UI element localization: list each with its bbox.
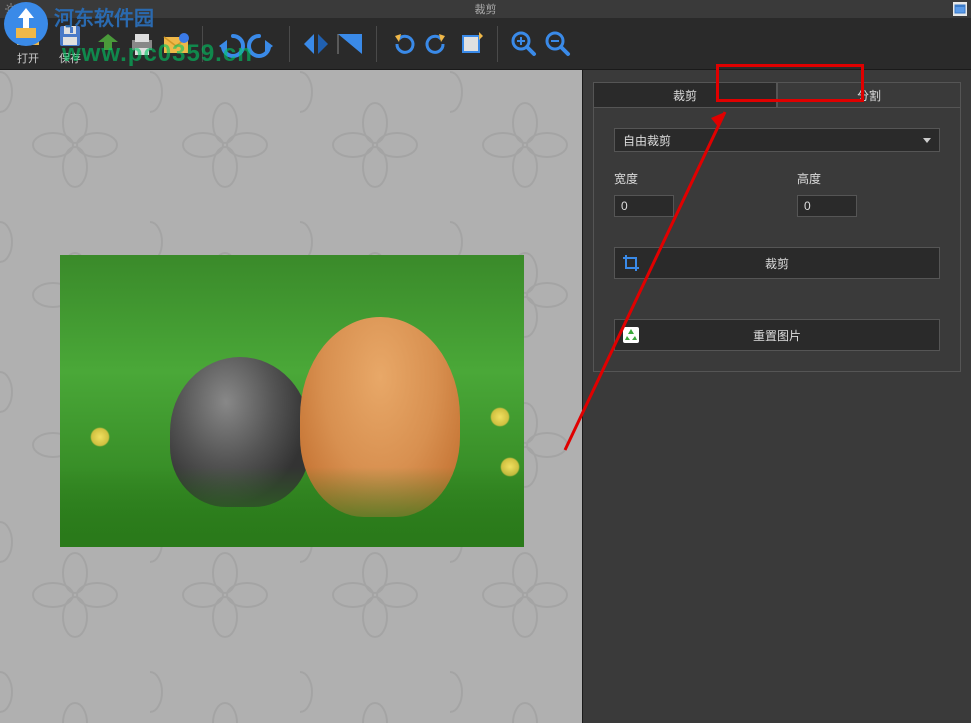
separator xyxy=(289,26,290,62)
height-input[interactable]: 0 xyxy=(797,195,857,217)
tabs: 裁剪 分割 xyxy=(583,70,971,108)
open-label: 打开 xyxy=(17,50,39,66)
zoom-out-icon[interactable] xyxy=(542,28,574,60)
flip-horizontal-icon[interactable] xyxy=(300,28,332,60)
recycle-icon xyxy=(621,325,641,345)
watermark-url: www.pc0359.cn xyxy=(62,40,253,68)
main-area: 裁剪 分割 自由裁剪 宽度 0 高度 xyxy=(0,70,971,723)
crop-button[interactable]: 裁剪 xyxy=(614,247,940,279)
separator xyxy=(376,26,377,62)
crop-icon xyxy=(621,253,641,273)
side-panel: 裁剪 分割 自由裁剪 宽度 0 高度 xyxy=(582,70,971,723)
tab-crop[interactable]: 裁剪 xyxy=(593,82,777,108)
tab-split-label: 分割 xyxy=(857,87,881,104)
watermark-logo xyxy=(2,0,50,48)
chevron-down-icon xyxy=(923,138,931,143)
width-input[interactable]: 0 xyxy=(614,195,674,217)
crop-mode-value: 自由裁剪 xyxy=(623,132,671,149)
image-preview[interactable] xyxy=(60,255,524,547)
window-icon[interactable] xyxy=(953,2,967,16)
rotate-left-icon[interactable] xyxy=(387,28,419,60)
window-title: 裁剪 xyxy=(475,1,497,17)
height-value: 0 xyxy=(804,199,811,213)
reset-button[interactable]: 重置图片 xyxy=(614,319,940,351)
tab-split[interactable]: 分割 xyxy=(777,82,961,108)
zoom-in-icon[interactable] xyxy=(508,28,540,60)
crop-button-label: 裁剪 xyxy=(765,255,789,272)
watermark-site-name: 河东软件园 xyxy=(54,2,154,31)
rotate-canvas-icon[interactable] xyxy=(455,28,487,60)
panel-body: 自由裁剪 宽度 0 高度 0 xyxy=(593,108,961,372)
separator xyxy=(497,26,498,62)
width-label: 宽度 xyxy=(614,170,757,187)
flip-vertical-icon[interactable] xyxy=(334,28,366,60)
rotate-right-icon[interactable] xyxy=(421,28,453,60)
tab-crop-label: 裁剪 xyxy=(673,87,697,104)
width-value: 0 xyxy=(621,199,628,213)
height-label: 高度 xyxy=(797,170,940,187)
canvas-area[interactable] xyxy=(0,70,582,723)
crop-mode-dropdown[interactable]: 自由裁剪 xyxy=(614,128,940,152)
reset-button-label: 重置图片 xyxy=(753,327,801,344)
